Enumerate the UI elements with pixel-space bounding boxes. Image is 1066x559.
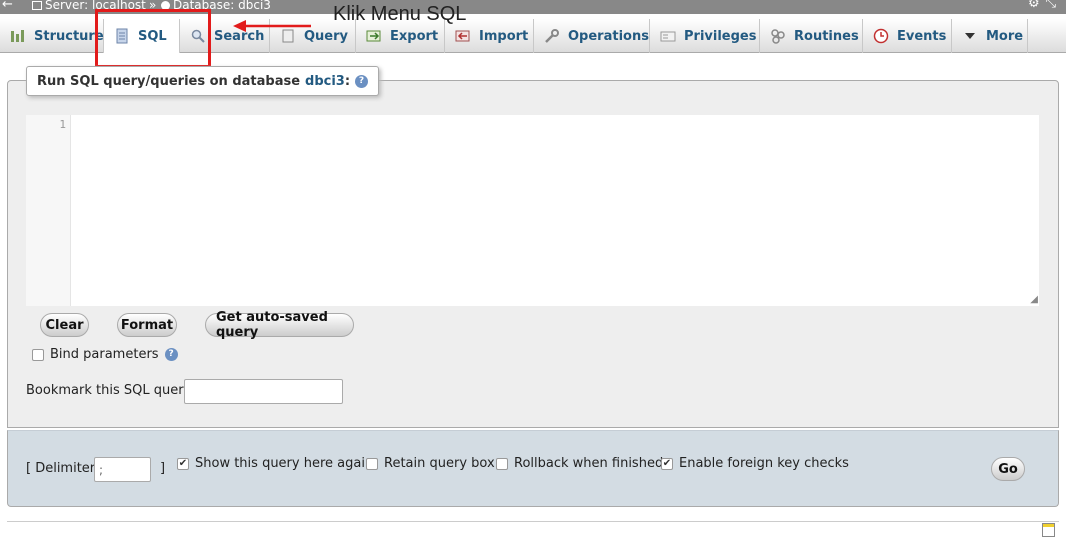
bind-parameters-option: Bind parameters ?	[32, 347, 178, 362]
clear-button[interactable]: Clear	[40, 313, 89, 337]
rollback-checkbox[interactable]	[496, 457, 508, 470]
retain-query-box-option: Retain query box	[366, 456, 495, 471]
panel-title: Run SQL query/queries on database dbci3:…	[26, 66, 380, 96]
annotation-highlight-box	[95, 9, 211, 68]
delimiter-input[interactable]	[94, 457, 151, 482]
clock-icon	[873, 28, 889, 44]
line-number: 1	[59, 118, 66, 131]
bookmark-label: Bookmark this SQL query:	[26, 383, 195, 398]
back-arrow-icon[interactable]: ←	[2, 0, 13, 11]
foreign-key-checks-option: ✔ Enable foreign key checks	[661, 456, 849, 471]
topbar-controls: ⚙⤡	[1028, 0, 1062, 10]
annotation-text: Klik Menu SQL	[333, 3, 467, 25]
get-auto-saved-query-button[interactable]: Get auto-saved query	[205, 310, 354, 340]
editor-gutter: 1	[26, 115, 71, 306]
sql-editor[interactable]: 1 ◢	[26, 115, 1039, 306]
gear-icon[interactable]: ⚙	[1028, 0, 1046, 11]
triangle-down-icon	[962, 28, 978, 44]
panel-database-link[interactable]: dbci3	[305, 74, 345, 89]
privileges-icon	[660, 28, 676, 44]
show-query-option: ✔ Show this query here again	[177, 456, 374, 471]
import-icon	[455, 28, 471, 44]
rollback-option: Rollback when finished	[496, 456, 663, 471]
foreign-key-checks-checkbox[interactable]: ✔	[661, 457, 673, 470]
resize-handle-icon[interactable]: ◢	[1030, 294, 1038, 305]
go-button[interactable]: Go	[991, 457, 1025, 481]
bind-parameters-checkbox[interactable]	[32, 348, 44, 361]
tab-privileges[interactable]: Privileges	[650, 19, 760, 53]
delimiter-open: [ Delimiter	[26, 461, 96, 476]
routines-icon	[770, 28, 786, 44]
show-query-checkbox[interactable]: ✔	[177, 457, 189, 470]
console-toggle-icon[interactable]	[1042, 523, 1055, 537]
export-icon	[366, 28, 382, 44]
tab-operations[interactable]: Operations	[534, 19, 650, 53]
tab-events[interactable]: Events	[863, 19, 952, 53]
help-icon[interactable]: ?	[355, 74, 369, 88]
collapse-icon[interactable]: ⤡	[1046, 0, 1062, 11]
retain-query-box-checkbox[interactable]	[366, 457, 378, 470]
delimiter-close: ]	[160, 461, 166, 476]
format-button[interactable]: Format	[117, 313, 177, 337]
help-icon[interactable]: ?	[164, 348, 178, 361]
server-icon	[32, 1, 42, 10]
annotation-arrow-icon	[233, 20, 311, 32]
structure-icon	[10, 28, 26, 44]
bookmark-input[interactable]	[184, 379, 343, 404]
tab-more[interactable]: More	[952, 19, 1028, 53]
tab-routines[interactable]: Routines	[760, 19, 863, 53]
tab-structure[interactable]: Structure	[0, 19, 104, 53]
wrench-icon	[544, 28, 560, 44]
page-divider	[7, 521, 1059, 522]
phpmyadmin-sql-page: ← Server: localhost » Database: dbci3 ⚙⤡…	[0, 0, 1066, 559]
